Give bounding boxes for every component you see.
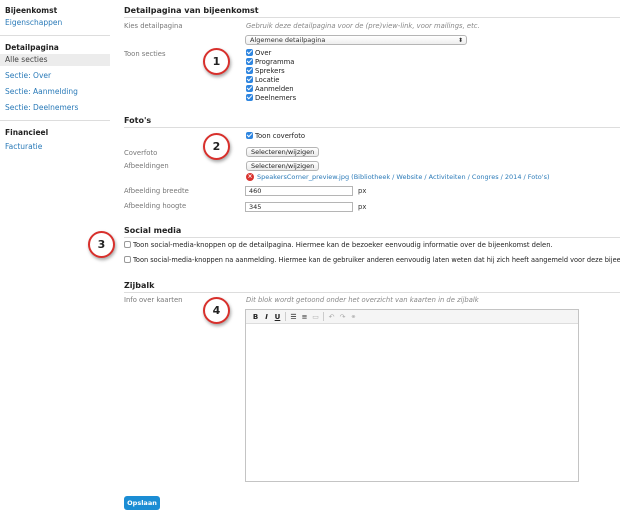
checkbox[interactable] [246,132,253,139]
detail-page-select-value: Algemene detailpagina [250,36,326,44]
detail-page-select[interactable]: Algemene detailpagina ⬍ [245,35,467,45]
horizontal-rule-icon[interactable]: ▭ [310,313,321,321]
divider [124,292,620,293]
save-button[interactable]: Opslaan [124,496,160,510]
divider [124,17,620,18]
link-icon[interactable]: ⚭ [348,313,359,321]
sidebar-item-sectie-over[interactable]: Sectie: Over [0,70,110,82]
sidebar-heading-financieel: Financieel [5,128,49,137]
section-title-zijbalk: Zijbalk [124,281,155,290]
section-title-social-media: Social media [124,226,182,235]
bold-button[interactable]: B [250,313,261,321]
info-cards-help: Dit blok wordt getoond onder het overzic… [246,296,479,304]
underline-button[interactable]: U [272,313,283,321]
height-label: Afbeelding hoogte [124,202,187,210]
italic-button[interactable]: I [261,313,272,321]
sidebar-heading-detailpagina: Detailpagina [5,43,59,52]
sidebar: Bijeenkomst Eigenschappen Detailpagina A… [0,0,110,515]
rich-text-editor[interactable]: B I U ☰ ≡ ▭ ↶ ↷ ⚭ [245,309,579,482]
select-arrows-icon: ⬍ [457,37,463,44]
height-unit: px [358,203,367,211]
images-label: Afbeeldingen [124,162,169,170]
sections-label: Toon secties [124,50,166,58]
checkbox[interactable] [246,94,253,101]
redo-icon[interactable]: ↷ [337,313,348,321]
callout-1: 1 [203,48,230,75]
sidebar-item-sectie-aanmelding[interactable]: Sectie: Aanmelding [0,86,110,98]
checkbox[interactable] [124,256,131,263]
undo-icon[interactable]: ↶ [326,313,337,321]
main-content: Detailpagina van bijeenkomst Kies detail… [118,0,620,515]
sidebar-item-alle-secties[interactable]: Alle secties [0,54,110,66]
toolbar-separator [285,312,286,321]
cover-label: Coverfoto [124,149,158,157]
section-toggle-aanmelden[interactable]: Aanmelden [246,84,294,93]
divider [0,120,110,121]
divider [124,237,620,238]
section-title-detailpagina: Detailpagina van bijeenkomst [124,6,259,15]
checkbox[interactable] [246,76,253,83]
social-registration-toggle[interactable]: Toon social-media-knoppen na aanmelding.… [124,255,620,264]
width-unit: px [358,187,367,195]
numbered-list-icon[interactable]: ≡ [299,313,310,321]
choose-detail-help: Gebruik deze detailpagina voor de (pre)v… [246,22,480,30]
callout-2: 2 [203,133,230,160]
checkbox[interactable] [246,85,253,92]
section-toggle-programma[interactable]: Programma [246,57,294,66]
height-input[interactable]: 345 [245,202,353,212]
checkbox[interactable] [246,49,253,56]
editor-toolbar: B I U ☰ ≡ ▭ ↶ ↷ ⚭ [246,310,578,324]
images-select-button[interactable]: Selecteren/wijzigen [246,161,320,171]
section-toggle-over[interactable]: Over [246,48,271,57]
image-file-link[interactable]: SpeakersCorner_preview.jpg (Bibliotheek … [257,173,550,181]
remove-icon[interactable]: × [246,173,254,181]
width-label: Afbeelding breedte [124,187,189,195]
image-file-row: × SpeakersCorner_preview.jpg (Bibliothee… [246,173,550,181]
section-toggle-locatie[interactable]: Locatie [246,75,279,84]
bullet-list-icon[interactable]: ☰ [288,313,299,321]
divider [124,127,620,128]
checkbox[interactable] [124,241,131,248]
checkbox[interactable] [246,67,253,74]
section-toggle-deelnemers[interactable]: Deelnemers [246,93,296,102]
show-cover-toggle[interactable]: Toon coverfoto [246,131,305,140]
social-detail-toggle[interactable]: Toon social-media-knoppen op de detailpa… [124,240,553,249]
callout-3: 3 [88,231,115,258]
section-toggle-sprekers[interactable]: Sprekers [246,66,285,75]
toolbar-separator [323,312,324,321]
choose-detail-label: Kies detailpagina [124,22,183,30]
width-input[interactable]: 460 [245,186,353,196]
sidebar-item-sectie-deelnemers[interactable]: Sectie: Deelnemers [0,102,110,114]
divider [0,35,110,36]
cover-select-button[interactable]: Selecteren/wijzigen [246,147,320,157]
sidebar-heading-bijeenkomst: Bijeenkomst [5,6,58,15]
callout-4: 4 [203,297,230,324]
sidebar-item-eigenschappen[interactable]: Eigenschappen [0,17,110,29]
checkbox[interactable] [246,58,253,65]
sidebar-item-facturatie[interactable]: Facturatie [0,141,110,153]
info-cards-label: Info over kaarten [124,296,183,304]
section-title-fotos: Foto's [124,116,152,125]
